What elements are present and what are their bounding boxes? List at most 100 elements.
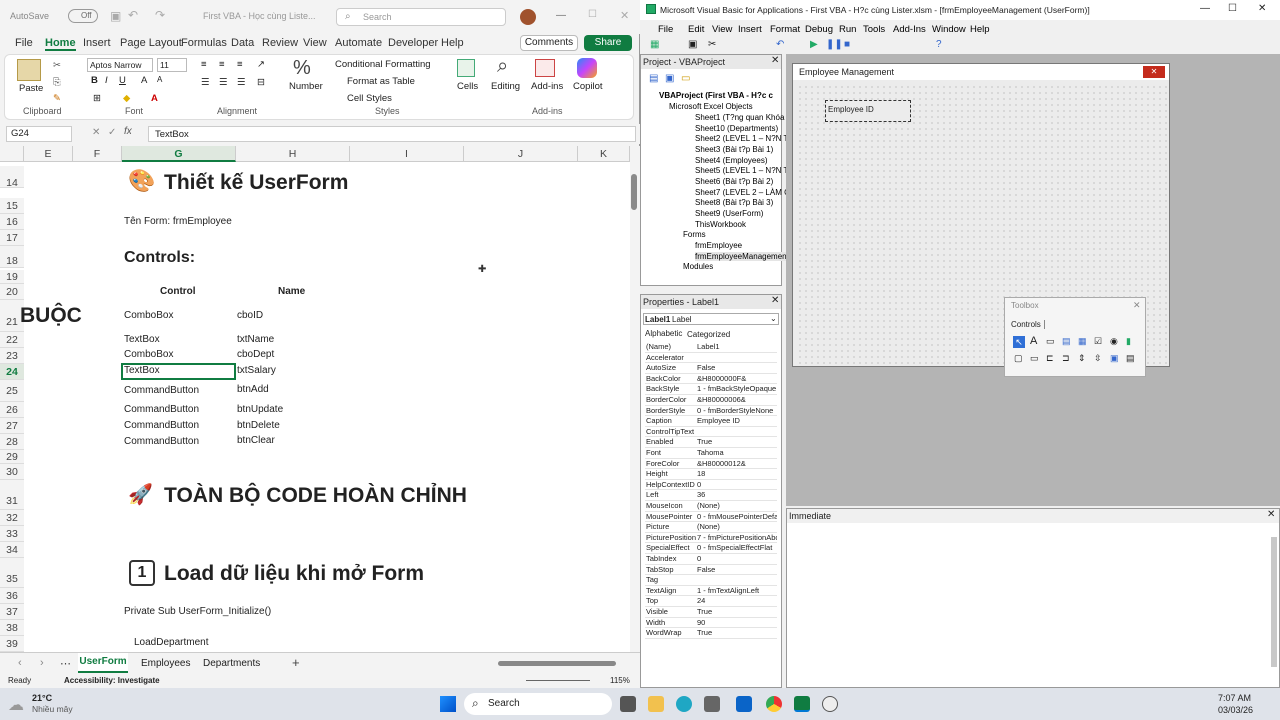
property-row[interactable]: Font Tahoma — [645, 448, 777, 459]
tree-folder-forms[interactable]: Forms — [683, 230, 706, 239]
label1-control[interactable]: Employee ID — [825, 100, 911, 122]
borders-icon[interactable]: ⊞ — [93, 93, 101, 104]
row-header[interactable]: 35 — [0, 558, 24, 588]
select-pointer-icon[interactable]: ↖ — [1013, 336, 1025, 348]
row-header[interactable]: 23 — [0, 348, 24, 364]
toolbox-close-icon[interactable]: ✕ — [1133, 300, 1141, 311]
orientation-icon[interactable]: ↗ — [257, 59, 265, 70]
property-value[interactable]: 24 — [697, 596, 777, 605]
taskbar-search[interactable]: ⌕ Search — [464, 693, 612, 715]
property-value[interactable]: (None) — [697, 522, 777, 531]
property-row[interactable]: Width 90 — [645, 618, 777, 629]
property-row[interactable]: (Name) Label1 — [645, 342, 777, 353]
align-left-icon[interactable]: ☰ — [201, 77, 210, 88]
property-value[interactable]: True — [697, 607, 777, 616]
tree-thisworkbook[interactable]: ThisWorkbook — [695, 220, 746, 229]
control-type-cell[interactable]: TextBox — [124, 365, 160, 376]
control-type-cell[interactable]: CommandButton — [124, 385, 199, 396]
copilot-button[interactable]: Copilot — [573, 81, 603, 92]
row-header[interactable]: 32 — [0, 510, 24, 526]
tab-categorized[interactable]: Categorized — [687, 330, 730, 339]
align-right-icon[interactable]: ☰ — [237, 77, 246, 88]
togglebutton-tool-icon[interactable]: ▮ — [1126, 336, 1131, 347]
editing-search-icon[interactable]: ⌕ — [497, 55, 508, 78]
tree-sheet[interactable]: Sheet7 (LEVEL 2 – LÀM CH — [695, 188, 796, 197]
property-value[interactable]: 0 — [697, 554, 777, 563]
row-header[interactable]: 22 — [0, 332, 24, 348]
row-header[interactable]: 24 — [0, 364, 24, 380]
property-row[interactable]: BorderColor &H80000006& — [645, 395, 777, 406]
property-row[interactable]: Tag — [645, 575, 777, 586]
menu-insert[interactable]: Insert — [738, 24, 762, 35]
property-row[interactable]: Caption Employee ID — [645, 416, 777, 427]
editing-button[interactable]: Editing — [491, 81, 520, 92]
tab-view[interactable]: View — [303, 37, 327, 49]
property-row[interactable]: Visible True — [645, 607, 777, 618]
row-header[interactable]: 14 — [0, 166, 24, 189]
column-header-f[interactable]: F — [73, 146, 122, 162]
property-value[interactable]: 1 - fmTextAlignLeft — [697, 586, 777, 595]
tab-home[interactable]: Home — [45, 37, 76, 51]
immediate-close-icon[interactable]: ✕ — [1267, 509, 1275, 520]
share-button[interactable]: Share — [584, 35, 632, 51]
property-row[interactable]: MousePointer 0 - fmMousePointerDefau — [645, 512, 777, 523]
view-object-icon[interactable]: ▣ — [665, 73, 674, 84]
project-close-icon[interactable]: ✕ — [771, 55, 779, 66]
row-header[interactable]: 39 — [0, 636, 24, 652]
number-button[interactable]: Number — [289, 81, 323, 92]
comments-button[interactable]: Comments — [520, 35, 578, 51]
property-value[interactable]: 0 — [697, 480, 777, 489]
control-type-cell[interactable]: TextBox — [124, 334, 160, 345]
paste-button[interactable]: Paste — [19, 83, 43, 94]
font-grow-icon[interactable]: A — [141, 75, 147, 86]
weather-desc[interactable]: Nhiều mây — [32, 704, 73, 714]
row-header[interactable]: 20 — [0, 284, 24, 300]
tab-data[interactable]: Data — [231, 37, 254, 49]
horizontal-scrollbar[interactable] — [498, 661, 616, 666]
property-value[interactable]: Employee ID — [697, 416, 777, 425]
search-box[interactable]: ⌕ Search — [336, 8, 506, 26]
column-header-g[interactable]: G — [122, 146, 236, 162]
save-icon[interactable]: ▣ — [110, 9, 121, 23]
sheet-tab-departments[interactable]: Departments — [203, 658, 260, 669]
zoom-slider[interactable] — [526, 680, 590, 681]
row-header[interactable]: 25 — [0, 380, 24, 402]
row-header[interactable]: 18 — [0, 246, 24, 268]
more-sheets-icon[interactable]: ⋯ — [60, 657, 71, 670]
row-header[interactable]: 34 — [0, 542, 24, 558]
italic-icon[interactable]: I — [105, 75, 108, 86]
listbox-tool-icon[interactable]: ▦ — [1078, 336, 1087, 347]
multipage-tool-icon[interactable]: ⊐ — [1062, 353, 1070, 364]
commandbutton-tool-icon[interactable]: ▭ — [1030, 353, 1039, 364]
row-header[interactable]: 33 — [0, 526, 24, 542]
tree-sheet[interactable]: Sheet6 (Bài t?p Bài 2) — [695, 177, 773, 186]
start-icon[interactable] — [440, 696, 456, 712]
property-value[interactable]: &H80000006& — [697, 395, 777, 404]
format-as-table-button[interactable]: Format as Table — [347, 76, 415, 87]
tab-insert[interactable]: Insert — [83, 37, 111, 49]
textbox-tool-icon[interactable]: ▭ — [1046, 336, 1055, 347]
tree-vbaproject[interactable]: VBAProject (First VBA - H?c c — [659, 91, 773, 100]
property-value[interactable]: &H80000012& — [697, 459, 777, 468]
vbe-help-icon[interactable]: ? — [936, 39, 942, 50]
scrollbar-tool-icon[interactable]: ⇕ — [1078, 353, 1086, 364]
property-row[interactable]: PicturePosition 7 - fmPicturePositionAbov — [645, 533, 777, 544]
property-row[interactable]: BackStyle 1 - fmBackStyleOpaque — [645, 384, 777, 395]
chrome-icon[interactable] — [766, 696, 782, 712]
property-row[interactable]: BackColor &H8000000F& — [645, 374, 777, 385]
control-name-cell[interactable]: btnClear — [237, 435, 275, 446]
weather-temp[interactable]: 21°C — [32, 693, 52, 703]
checkbox-tool-icon[interactable]: ☑ — [1094, 336, 1102, 347]
control-name-cell[interactable]: txtName — [237, 334, 274, 345]
vbe-cut-icon[interactable]: ✂ — [708, 39, 716, 50]
property-value[interactable]: Tahoma — [697, 448, 777, 457]
tree-folder-modules[interactable]: Modules — [683, 262, 713, 271]
vertical-scrollbar[interactable] — [630, 146, 640, 652]
property-value[interactable]: 1 - fmBackStyleOpaque — [697, 384, 777, 393]
control-name-cell[interactable]: btnUpdate — [237, 404, 283, 415]
toolbox-tab-controls[interactable]: Controls — [1011, 320, 1045, 329]
property-row[interactable]: TextAlign 1 - fmTextAlignLeft — [645, 586, 777, 597]
menu-help[interactable]: Help — [970, 24, 990, 35]
enter-icon[interactable]: ✓ — [108, 127, 116, 138]
control-name-cell[interactable]: btnAdd — [237, 384, 269, 395]
